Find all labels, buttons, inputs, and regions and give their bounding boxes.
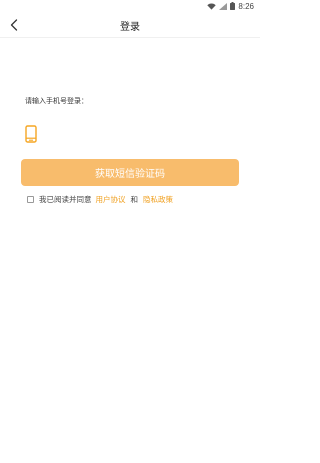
phone-number-input[interactable] bbox=[46, 124, 240, 144]
status-time: 8:26 bbox=[238, 1, 254, 11]
agreement-checkbox[interactable] bbox=[27, 195, 34, 203]
phone-prompt-label: 请输入手机号登录： bbox=[25, 97, 88, 105]
agreement-row: 我已阅读并同意 用户协议 和 隐私政策 bbox=[27, 193, 173, 205]
login-screen: 8:26 登录 请输入手机号登录： 获取短信验证码 我已阅读并同意 用户协议 和 bbox=[0, 0, 260, 463]
privacy-policy-link[interactable]: 隐私政策 bbox=[143, 194, 173, 205]
status-bar: 8:26 bbox=[0, 0, 260, 12]
mobile-phone-icon bbox=[25, 124, 38, 144]
battery-icon bbox=[230, 2, 236, 10]
nav-bar: 登录 bbox=[0, 12, 260, 38]
agreement-text: 我已阅读并同意 bbox=[39, 194, 92, 204]
user-agreement-link[interactable]: 用户协议 bbox=[96, 194, 126, 205]
agreement-and-text: 和 bbox=[130, 194, 139, 204]
get-sms-code-button[interactable]: 获取短信验证码 bbox=[21, 159, 239, 186]
wifi-icon bbox=[207, 2, 217, 10]
signal-icon bbox=[219, 2, 228, 10]
phone-input-row bbox=[25, 122, 240, 146]
page-title: 登录 bbox=[120, 22, 140, 33]
